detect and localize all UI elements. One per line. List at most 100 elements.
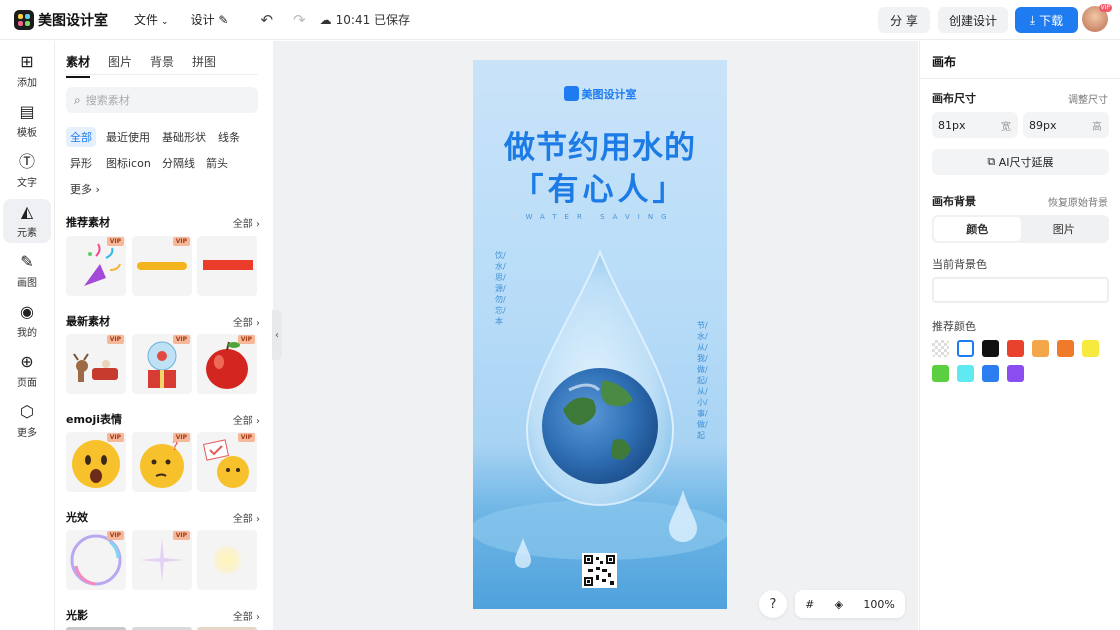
color-swatch[interactable] [1007,340,1024,357]
search-input[interactable]: ⌕ 搜索素材 [66,87,258,113]
chip-dividers[interactable]: 分隔线 [158,153,199,173]
download-button[interactable]: ⤓ 下载 [1015,7,1078,33]
height-field[interactable]: 89px 高 [1023,112,1109,138]
resize-link[interactable]: 调整尺寸 [1068,91,1108,106]
color-swatch[interactable] [932,340,949,357]
current-bg-label: 当前背景色 [932,258,987,271]
chip-arrows[interactable]: 箭头 [202,153,232,173]
ai-resize-icon: ⧉ [987,155,996,168]
layers-icon[interactable]: ◈ [835,598,843,611]
bg-type-toggle: 颜色 图片 [932,215,1109,243]
undo-icon[interactable]: ↶ [260,11,273,29]
vip-badge: VIP [172,433,190,442]
vip-badge: VIP [237,335,255,344]
help-button[interactable]: ? [759,590,787,618]
rail-item-pages[interactable]: ⊕ 页面 [3,349,51,393]
asset-thumb-party-popper[interactable]: VIP [66,236,126,296]
canvas-size-label: 画布尺寸 [932,92,976,105]
restore-bg-link[interactable]: 恢复原始背景 [1048,194,1108,209]
glow-shape [212,545,242,575]
chip-icons[interactable]: 图标icon [102,153,155,173]
asset-thumb-bubble[interactable]: VIP [66,530,126,590]
asset-thumb-red-bar[interactable] [197,236,257,296]
asset-thumb-scared-emoji[interactable]: VIP [66,432,126,492]
color-swatch[interactable] [932,365,949,382]
design-menu[interactable]: 设计 ✎ [191,11,229,28]
text-icon: Ⓣ [18,152,35,171]
rail-item-text[interactable]: Ⓣ 文字 [3,149,51,193]
rail-item-template[interactable]: ▤ 模板 [3,99,51,143]
grid-icon[interactable]: # [805,598,814,611]
search-icon: ⌕ [74,92,81,107]
section-title-latest: 最新素材 [66,315,110,328]
page-add-icon: ⊕ [20,352,34,371]
shapes-icon: ◭ [20,202,34,221]
template-icon: ▤ [19,102,35,121]
properties-panel: 画布 画布尺寸 调整尺寸 81px 宽 89px 高 ⧉ AI尺寸延展 画布背景 恢… [919,41,1120,630]
collapse-panel-handle[interactable]: ‹ [272,310,282,360]
see-all-link[interactable]: 全部 › [233,412,260,427]
logo-icon [14,9,34,30]
seg-image[interactable]: 图片 [1021,217,1108,241]
vip-badge: VIP [1098,4,1112,12]
asset-thumb-thinking-emoji[interactable]: ? VIP [132,432,192,492]
asset-thumb-yellow-stroke[interactable]: VIP [132,236,192,296]
zoom-level[interactable]: 100% [863,598,894,611]
color-swatch[interactable] [1057,340,1074,357]
see-all-link[interactable]: 全部 › [233,608,260,623]
share-button[interactable]: 分 享 [878,7,930,33]
section-title-light-shadow: 光影 [66,609,88,622]
color-swatch[interactable] [957,340,974,357]
see-all-link[interactable]: 全部 › [233,314,260,329]
qr-code[interactable] [582,553,617,588]
rail-item-add[interactable]: ⊞ 添加 [3,49,51,93]
see-all-link[interactable]: 全部 › [233,510,260,525]
asset-thumb-sparkle[interactable]: VIP [132,530,192,590]
asset-thumb-snow-globe-gift[interactable]: VIP [132,334,192,394]
vip-badge: VIP [106,335,124,344]
poster-canvas[interactable]: 美图设计室 做节约用水的 「有心人」 WATER SAVING 饮/水/思/源/… [473,60,727,609]
asset-panel: 素材 图片 背景 拼图 ⌕ 搜索素材 全部 最近使用 基础形状 线条 异形 图标… [56,41,272,630]
download-icon: ⤓ [1029,12,1036,27]
chip-lines[interactable]: 线条 [214,127,244,147]
color-swatch[interactable] [1032,340,1049,357]
canvas-stage: 美图设计室 做节约用水的 「有心人」 WATER SAVING 饮/水/思/源/… [273,41,918,630]
redo-icon[interactable]: ↷ [293,11,306,29]
asset-thumb-reindeer-sleigh[interactable]: VIP [66,334,126,394]
asset-thumb-chick-emoji[interactable]: VIP [197,432,257,492]
asset-thumb-glow[interactable] [197,530,257,590]
vip-badge: VIP [172,335,190,344]
color-swatch[interactable] [1007,365,1024,382]
width-field[interactable]: 81px 宽 [932,112,1018,138]
chip-more[interactable]: 更多 › [66,179,104,199]
cube-icon: ⬡ [20,402,34,421]
rail-item-more[interactable]: ⬡ 更多 [3,399,51,443]
ai-resize-button[interactable]: ⧉ AI尺寸延展 [932,149,1109,175]
chip-all[interactable]: 全部 [66,127,96,147]
rail-item-mine[interactable]: ◉ 我的 [3,299,51,343]
plus-square-icon: ⊞ [20,52,34,71]
color-swatch[interactable] [982,365,999,382]
vip-badge: VIP [106,237,124,246]
chip-irregular[interactable]: 异形 [66,153,96,173]
rail-item-elements[interactable]: ◭ 元素 [3,199,51,243]
water-drop-earth-illustration[interactable] [473,60,727,609]
asset-thumb-apple[interactable]: VIP [197,334,257,394]
see-all-link[interactable]: 全部 › [233,215,260,230]
rail-item-draw[interactable]: ✎ 画图 [3,249,51,293]
color-swatch[interactable] [1082,340,1099,357]
app-logo[interactable]: 美图设计室 [14,9,108,30]
vip-badge: VIP [106,531,124,540]
top-bar: 美图设计室 文件 ⌄ 设计 ✎ ↶ ↷ ☁ 10:41 已保存 分 享 创建设计 … [0,0,1120,40]
file-menu[interactable]: 文件 ⌄ [134,11,169,28]
current-bg-swatch[interactable] [932,277,1109,303]
recommended-colors-label: 推荐颜色 [932,320,976,333]
color-swatch[interactable] [982,340,999,357]
vip-badge: VIP [172,237,190,246]
create-design-button[interactable]: 创建设计 [938,7,1008,33]
chevron-left-icon: ‹ [275,329,279,341]
chip-basic-shapes[interactable]: 基础形状 [158,127,210,147]
color-swatch[interactable] [957,365,974,382]
chip-recent[interactable]: 最近使用 [102,127,154,147]
seg-color[interactable]: 颜色 [934,217,1021,241]
